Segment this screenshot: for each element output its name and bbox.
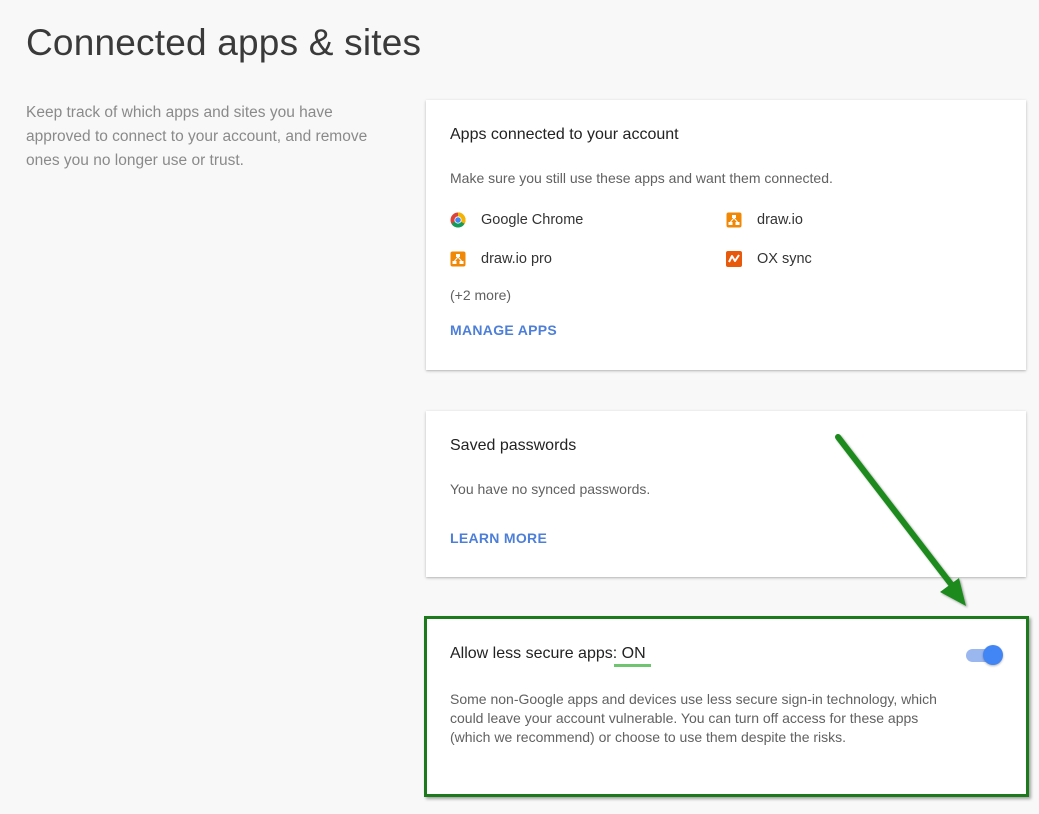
app-item-ox-sync[interactable]: OX sync [726,249,812,269]
ox-sync-icon [726,251,742,267]
page: Connected apps & sites Keep track of whi… [0,0,1039,814]
learn-more-link[interactable]: LEARN MORE [450,530,547,546]
app-label: draw.io [757,212,803,228]
less-secure-toggle[interactable] [964,644,1004,666]
page-title: Connected apps & sites [26,22,422,63]
on-status-underline [614,664,651,667]
app-label: Google Chrome [481,212,584,228]
passwords-card-description: You have no synced passwords. [450,481,651,497]
apps-connected-card: Apps connected to your account Make sure… [426,100,1026,370]
app-label: OX sync [757,251,812,267]
more-apps-count: (+2 more) [450,287,512,303]
less-secure-apps-card: Allow less secure apps: ON Some non-Goog… [426,618,1026,794]
app-item-google-chrome[interactable]: Google Chrome [450,210,583,230]
app-label: draw.io pro [481,251,552,267]
saved-passwords-card: Saved passwords You have no synced passw… [426,411,1026,577]
apps-card-description: Make sure you still use these apps and w… [450,170,833,186]
page-intro: Keep track of which apps and sites you h… [26,104,368,169]
manage-apps-link[interactable]: MANAGE APPS [450,322,557,338]
apps-card-title: Apps connected to your account [450,126,679,143]
chrome-icon [450,212,466,228]
app-item-drawio[interactable]: draw.io [726,210,803,230]
less-secure-description: Some non-Google apps and devices use les… [450,691,937,745]
app-item-drawio-pro[interactable]: draw.io pro [450,249,552,269]
drawio-icon [450,251,466,267]
passwords-card-title: Saved passwords [450,437,577,454]
toggle-thumb [983,645,1003,665]
drawio-icon [726,212,742,228]
less-secure-title: Allow less secure apps: ON [450,645,646,662]
